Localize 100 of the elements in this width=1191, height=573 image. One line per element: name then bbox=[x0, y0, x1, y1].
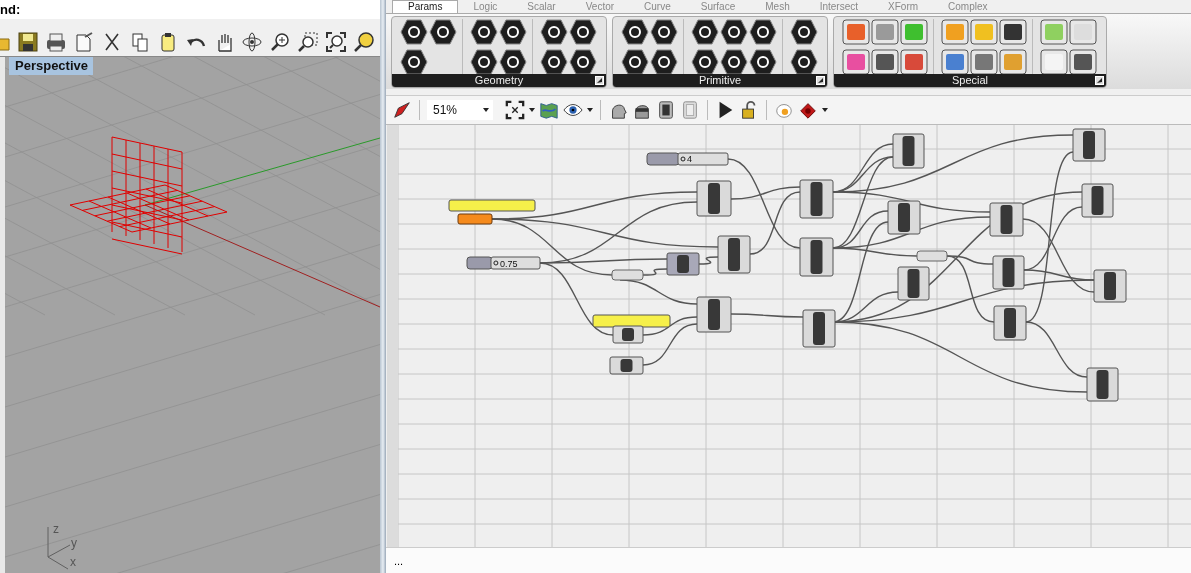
panel-node[interactable] bbox=[448, 199, 536, 212]
component-icon[interactable] bbox=[540, 49, 568, 75]
component-icon[interactable] bbox=[842, 49, 870, 75]
component-icon[interactable] bbox=[999, 49, 1027, 75]
viewport-title[interactable]: Perspective bbox=[9, 57, 93, 75]
slider-knob[interactable] bbox=[680, 156, 686, 162]
component-node[interactable] bbox=[799, 237, 834, 277]
number-slider[interactable] bbox=[466, 256, 541, 270]
component-icon[interactable] bbox=[691, 49, 719, 75]
component-icon[interactable] bbox=[970, 49, 998, 75]
component-node[interactable] bbox=[892, 133, 925, 169]
param-node[interactable] bbox=[916, 250, 948, 262]
component-icon[interactable] bbox=[1069, 49, 1097, 75]
component-icon[interactable] bbox=[499, 49, 527, 75]
printer-icon[interactable] bbox=[45, 30, 67, 53]
toggle-icon[interactable] bbox=[656, 100, 676, 120]
component-node[interactable] bbox=[717, 235, 751, 274]
caret-icon[interactable] bbox=[822, 108, 828, 112]
expand-icon[interactable] bbox=[816, 76, 825, 85]
cylinder-icon[interactable] bbox=[798, 100, 818, 120]
component-icon[interactable] bbox=[749, 49, 777, 75]
ribbon-tab[interactable]: XForm bbox=[873, 1, 934, 13]
slider-value: 0.75 bbox=[499, 258, 518, 269]
expand-icon[interactable] bbox=[1095, 76, 1104, 85]
expand-icon[interactable] bbox=[595, 76, 604, 85]
component-node[interactable] bbox=[993, 305, 1027, 341]
component-node[interactable] bbox=[799, 179, 834, 219]
ribbon-tab[interactable]: Vector bbox=[570, 1, 630, 13]
component-icon[interactable] bbox=[941, 49, 969, 75]
component-icon[interactable] bbox=[650, 19, 678, 45]
panel-node[interactable] bbox=[592, 314, 671, 328]
component-node[interactable] bbox=[1072, 128, 1106, 162]
document-icon[interactable] bbox=[73, 30, 95, 53]
component-node[interactable] bbox=[802, 309, 836, 348]
ribbon-tab[interactable]: Curve bbox=[629, 1, 686, 13]
component-icon[interactable] bbox=[540, 19, 568, 45]
component-icon[interactable] bbox=[569, 19, 597, 45]
ribbon-tab[interactable]: Logic bbox=[458, 1, 513, 13]
perspective-viewport[interactable]: Perspective z y x bbox=[0, 56, 380, 573]
ribbon-tab[interactable]: Intersect bbox=[804, 1, 874, 13]
component-icon[interactable] bbox=[470, 49, 498, 75]
component-icon[interactable] bbox=[720, 19, 748, 45]
component-icon[interactable] bbox=[400, 49, 428, 75]
component-icon[interactable] bbox=[569, 49, 597, 75]
param-node[interactable] bbox=[611, 269, 644, 281]
component-icon[interactable] bbox=[720, 49, 748, 75]
command-prompt: nd: bbox=[0, 1, 21, 17]
caret-icon[interactable] bbox=[587, 108, 593, 112]
component-icon[interactable] bbox=[900, 49, 928, 75]
ribbon-tab[interactable]: Mesh bbox=[750, 1, 805, 13]
zoom-window-icon[interactable] bbox=[297, 30, 319, 53]
component-node[interactable] bbox=[887, 200, 921, 235]
zoom-extents-icon[interactable] bbox=[325, 30, 347, 53]
zoom-extents-icon[interactable] bbox=[505, 100, 525, 120]
caret-icon[interactable] bbox=[529, 108, 535, 112]
toggle-icon[interactable] bbox=[680, 100, 700, 120]
component-node[interactable] bbox=[666, 252, 700, 276]
ribbon-tab[interactable]: Complex bbox=[933, 1, 1003, 13]
status-text: ... bbox=[394, 554, 404, 567]
component-icon[interactable] bbox=[999, 19, 1027, 45]
component-icon[interactable] bbox=[1040, 49, 1068, 75]
component-icon[interactable] bbox=[871, 49, 899, 75]
component-node[interactable] bbox=[897, 266, 930, 301]
component-node[interactable] bbox=[1093, 269, 1127, 303]
component-icon[interactable] bbox=[790, 49, 818, 75]
save-icon[interactable] bbox=[17, 30, 39, 53]
component-icon[interactable] bbox=[749, 19, 777, 45]
param-node[interactable] bbox=[457, 213, 493, 225]
slider-value: 4 bbox=[687, 154, 692, 164]
map-icon[interactable] bbox=[539, 100, 559, 120]
component-icon[interactable] bbox=[470, 19, 498, 45]
component-icon[interactable] bbox=[499, 19, 527, 45]
component-icon[interactable] bbox=[429, 19, 457, 45]
number-slider[interactable] bbox=[646, 152, 729, 166]
zoom-dropdown[interactable]: 51% bbox=[427, 100, 493, 120]
component-node[interactable] bbox=[612, 325, 644, 344]
component-icon[interactable] bbox=[790, 19, 818, 45]
component-icon[interactable] bbox=[691, 19, 719, 45]
component-node[interactable] bbox=[989, 202, 1024, 237]
component-node[interactable] bbox=[1086, 367, 1119, 402]
component-node[interactable] bbox=[696, 296, 732, 333]
component-node[interactable] bbox=[609, 356, 644, 375]
zoom-in-icon[interactable] bbox=[269, 30, 291, 53]
component-icon[interactable] bbox=[650, 49, 678, 75]
ribbon-tab[interactable]: Params bbox=[392, 0, 459, 13]
rotate-icon[interactable] bbox=[241, 30, 263, 53]
axis-label: y bbox=[71, 536, 77, 550]
component-icon[interactable] bbox=[621, 49, 649, 75]
component-icon[interactable] bbox=[621, 19, 649, 45]
copy-icon[interactable] bbox=[129, 30, 151, 53]
pencil-icon[interactable] bbox=[392, 100, 412, 120]
zoom-selected-icon[interactable] bbox=[353, 30, 375, 53]
panel-title: Geometry bbox=[474, 74, 524, 87]
component-node[interactable] bbox=[1081, 183, 1114, 218]
slider-knob[interactable] bbox=[493, 260, 499, 266]
ribbon-tab[interactable]: Surface bbox=[685, 1, 751, 13]
component-icon[interactable] bbox=[400, 19, 428, 45]
component-node[interactable] bbox=[696, 180, 732, 217]
ribbon-tab[interactable]: Scalar bbox=[512, 1, 571, 13]
component-node[interactable] bbox=[992, 255, 1025, 290]
